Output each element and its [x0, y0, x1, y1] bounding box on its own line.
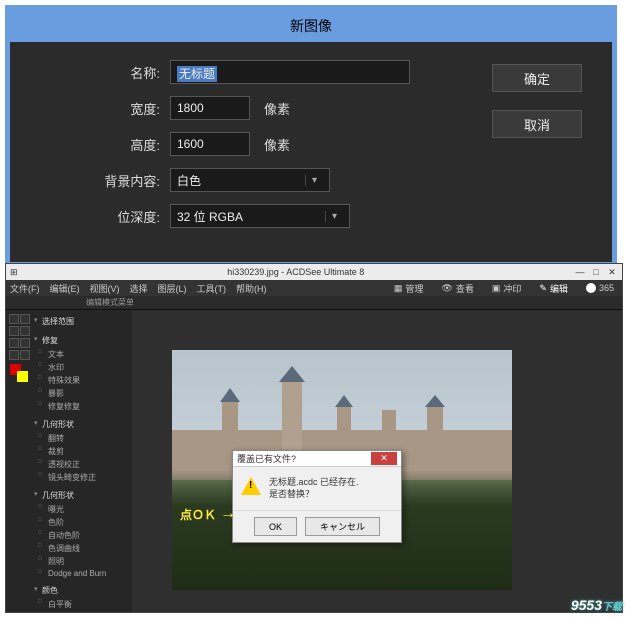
width-input[interactable]: 1800	[170, 96, 250, 120]
height-input[interactable]: 1600	[170, 132, 250, 156]
bg-label: 背景内容:	[40, 171, 170, 190]
panel-group-geometry[interactable]: 几何形状	[34, 417, 130, 432]
edit-mode-bar: 编辑模式菜单	[6, 296, 622, 310]
new-image-dialog: 新图像 名称: 无标题 宽度: 1800 像素 高度: 1600 像素 背景内容…	[5, 5, 617, 267]
width-unit: 像素	[264, 99, 290, 118]
menubar: 文件(F) 编辑(E) 视图(V) 选择 图层(L) 工具(T) 帮助(H) ▦…	[6, 280, 622, 296]
panel-item[interactable]: 暴影	[34, 387, 130, 400]
window-title: hi330239.jpg - ACDSee Ultimate 8	[18, 267, 574, 277]
panel-item[interactable]: 白平衡	[34, 598, 130, 611]
side-panel: 选择范围 修复 文本 水印 特殊效果 暴影 修复修复 几何形状 翻转 裁剪 透视…	[32, 310, 132, 612]
panel-item[interactable]: 特殊效果	[34, 374, 130, 387]
arrow-right-icon: →	[220, 505, 236, 523]
panel-item[interactable]: Dodge and Burn	[34, 568, 130, 579]
panel-item[interactable]: 文本	[34, 348, 130, 361]
panel-group-color[interactable]: 颜色	[34, 583, 130, 598]
panel-item[interactable]: 照明	[34, 555, 130, 568]
tool-icon[interactable]	[20, 326, 30, 336]
bg-select[interactable]: 白色 ▾	[170, 168, 330, 192]
panel-item[interactable]: 翻转	[34, 432, 130, 445]
minimize-button[interactable]: —	[574, 267, 586, 278]
overwrite-dialog: 覆盖已有文件? ✕ 无标题.acdc 已经存在. 是否替换？ OK キャンセル	[232, 450, 402, 543]
msgbox-title: 覆盖已有文件?	[237, 452, 371, 465]
tool-icon[interactable]	[20, 314, 30, 324]
width-label: 宽度:	[40, 99, 170, 118]
cancel-button[interactable]: 取消	[492, 110, 582, 138]
msgbox-close-button[interactable]: ✕	[371, 452, 397, 465]
tab-develop[interactable]: ▣ 冲印	[488, 282, 526, 295]
depth-label: 位深度:	[40, 207, 170, 226]
chevron-down-icon: ▾	[305, 175, 323, 186]
menu-edit[interactable]: 编辑(E)	[50, 282, 80, 295]
panel-item[interactable]: 透视校正	[34, 458, 130, 471]
panel-group-selection[interactable]: 选择范围	[34, 314, 130, 329]
window-titlebar: ⊞ hi330239.jpg - ACDSee Ultimate 8 — □ ✕	[6, 264, 622, 280]
tab-view[interactable]: 👁 查看	[437, 282, 477, 295]
tool-icon[interactable]	[9, 338, 19, 348]
panel-item[interactable]: 自动色阶	[34, 529, 130, 542]
tab-365[interactable]: 365	[582, 283, 618, 293]
ok-button[interactable]: 确定	[492, 64, 582, 92]
panel-item[interactable]: 修复修复	[34, 400, 130, 413]
tab-edit[interactable]: ✎ 编辑	[535, 282, 572, 295]
panel-item[interactable]: 顏色	[34, 611, 130, 612]
color-swatch[interactable]	[10, 364, 28, 382]
tab-manage[interactable]: ▦ 管理	[390, 282, 428, 295]
annotation-click-ok: 点ＯＫ→	[180, 505, 236, 523]
panel-item[interactable]: 裁剪	[34, 445, 130, 458]
tool-icon[interactable]	[9, 314, 19, 324]
menu-help[interactable]: 帮助(H)	[236, 282, 267, 295]
panel-group-exposure[interactable]: 几何形状	[34, 488, 130, 503]
watermark: 9553下载	[571, 597, 622, 613]
msgbox-cancel-button[interactable]: キャンセル	[305, 517, 380, 536]
name-label: 名称:	[40, 63, 170, 82]
msgbox-ok-button[interactable]: OK	[254, 517, 297, 536]
menu-select[interactable]: 选择	[130, 282, 148, 295]
panel-item[interactable]: 色阶	[34, 516, 130, 529]
panel-item[interactable]: 镜头畸变修正	[34, 471, 130, 484]
tool-column	[6, 310, 32, 612]
panel-item[interactable]: 曝光	[34, 503, 130, 516]
maximize-button[interactable]: □	[590, 267, 602, 278]
panel-group-repair[interactable]: 修复	[34, 333, 130, 348]
canvas-area: 覆盖已有文件? ✕ 无标题.acdc 已经存在. 是否替换？ OK キャンセル …	[132, 310, 622, 612]
height-unit: 像素	[264, 135, 290, 154]
tool-icon[interactable]	[20, 350, 30, 360]
panel-item[interactable]: 水印	[34, 361, 130, 374]
app-icon: ⊞	[10, 267, 18, 278]
panel-item[interactable]: 色调曲线	[34, 542, 130, 555]
dialog-title: 新图像	[10, 10, 612, 42]
menu-file[interactable]: 文件(F)	[10, 282, 40, 295]
chevron-down-icon: ▾	[325, 211, 343, 222]
acdsee-window: ⊞ hi330239.jpg - ACDSee Ultimate 8 — □ ✕…	[5, 263, 623, 613]
menu-layer[interactable]: 图层(L)	[158, 282, 187, 295]
circle-icon	[586, 283, 596, 293]
menu-tools[interactable]: 工具(T)	[197, 282, 227, 295]
height-label: 高度:	[40, 135, 170, 154]
tool-icon[interactable]	[20, 338, 30, 348]
name-input[interactable]: 无标题	[170, 60, 410, 84]
warning-icon	[241, 477, 261, 497]
tool-icon[interactable]	[9, 326, 19, 336]
msgbox-text: 无标题.acdc 已经存在. 是否替换？	[269, 477, 359, 500]
close-button[interactable]: ✕	[606, 267, 618, 278]
tool-icon[interactable]	[9, 350, 19, 360]
depth-select[interactable]: 32 位 RGBA ▾	[170, 204, 350, 228]
menu-view[interactable]: 视图(V)	[90, 282, 120, 295]
